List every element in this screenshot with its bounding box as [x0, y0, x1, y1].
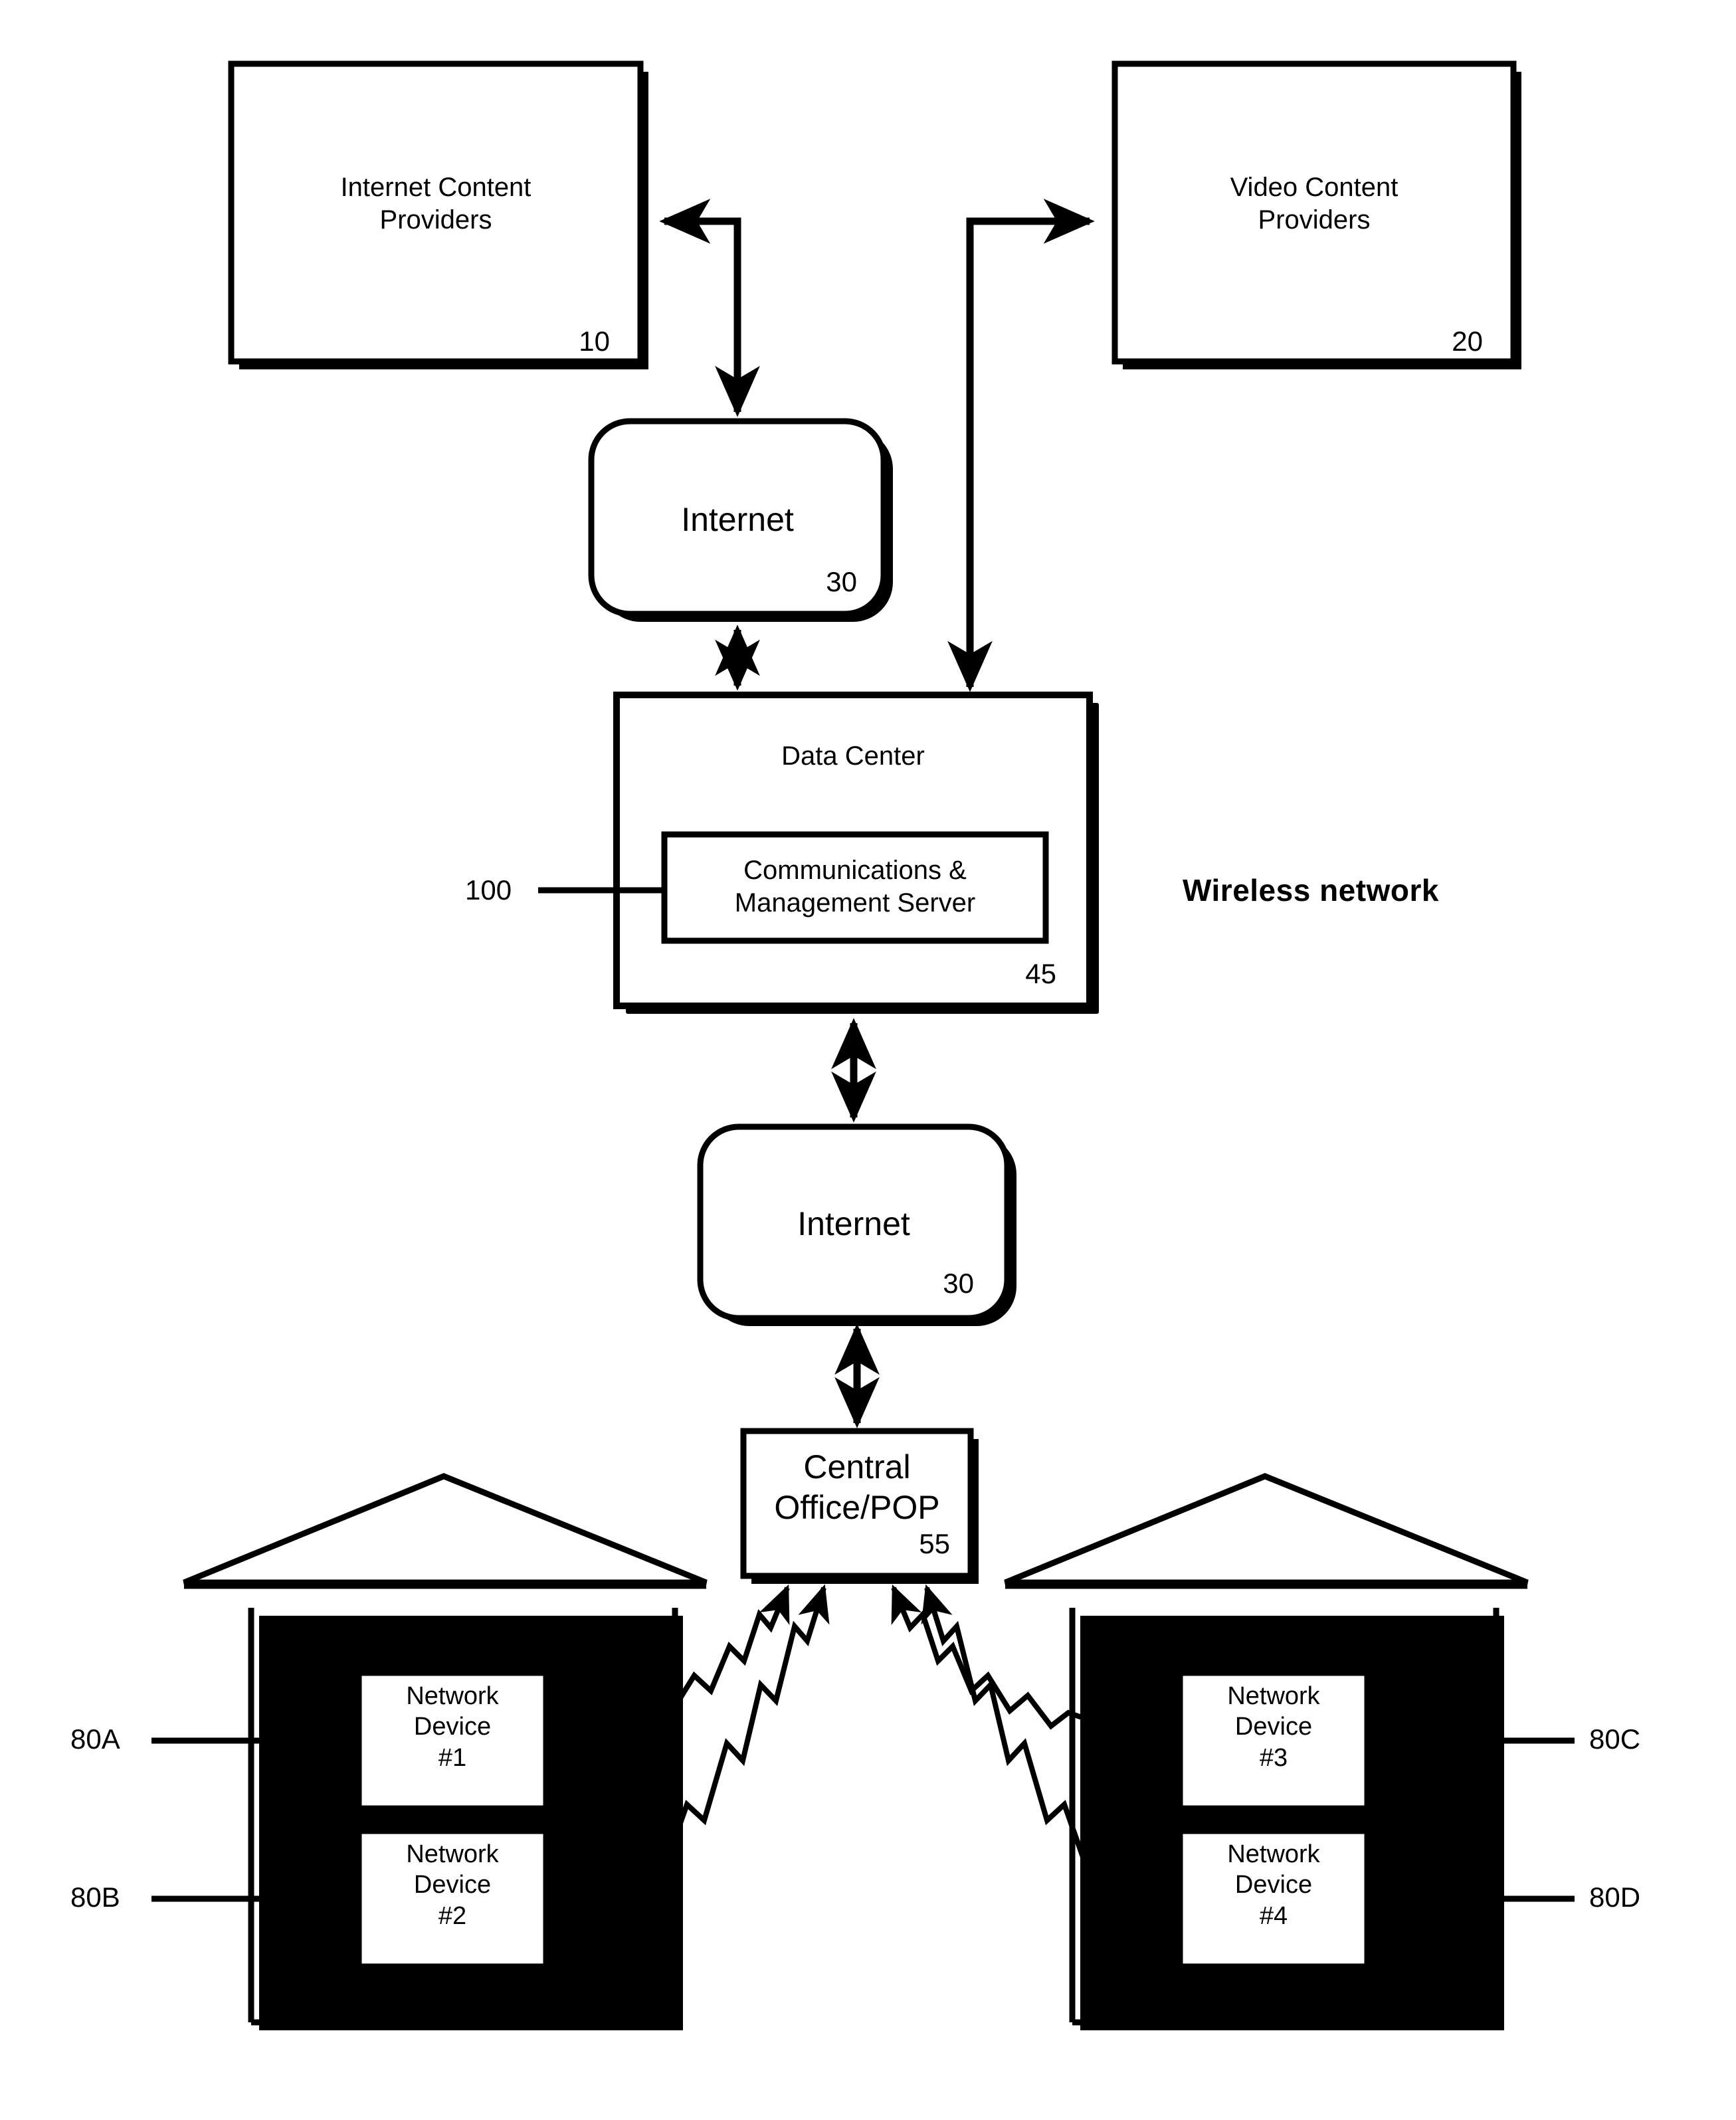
internet-upper-label: Internet: [681, 501, 794, 538]
network-device-1-ref: 80A: [70, 1723, 120, 1755]
internet-content-providers-ref: 10: [579, 326, 610, 357]
video-content-providers-ref: 20: [1452, 326, 1483, 357]
network-device-3-ref: 80C: [1589, 1723, 1641, 1755]
internet-lower-ref: 30: [943, 1268, 974, 1299]
data-center-ref: 45: [1025, 958, 1056, 989]
internet-lower-label: Internet: [797, 1205, 910, 1242]
central-office-label: Central Office/POP: [774, 1448, 940, 1526]
comm-mgmt-server-ref: 100: [465, 874, 512, 906]
central-office-ref: 55: [919, 1528, 950, 1559]
comm-mgmt-server-label: Communications & Management Server: [734, 856, 976, 917]
network-device-2-label: Network Device #2: [406, 1840, 499, 1930]
network-device-1-label: Network Device #1: [406, 1682, 499, 1772]
patent-figure: Internet Content Providers 10 Video Cont…: [0, 0, 1736, 2120]
network-device-4-label: Network Device #4: [1227, 1840, 1320, 1930]
data-center-label: Data Center: [781, 741, 925, 771]
network-device-4-ref: 80D: [1589, 1881, 1641, 1913]
arrow-internet-to-content-providers: [659, 199, 760, 417]
internet-upper-ref: 30: [826, 566, 857, 597]
wireless-network-annotation: Wireless network: [1183, 873, 1439, 908]
arrow-video-providers-to-data-center: [947, 199, 1095, 692]
network-device-2-ref: 80B: [70, 1881, 120, 1913]
network-device-3-label: Network Device #3: [1227, 1682, 1320, 1772]
internet-content-providers-label: Internet Content Providers: [340, 173, 531, 235]
diagram-canvas: [151, 60, 1575, 2030]
video-content-providers-label: Video Content Providers: [1230, 173, 1398, 235]
